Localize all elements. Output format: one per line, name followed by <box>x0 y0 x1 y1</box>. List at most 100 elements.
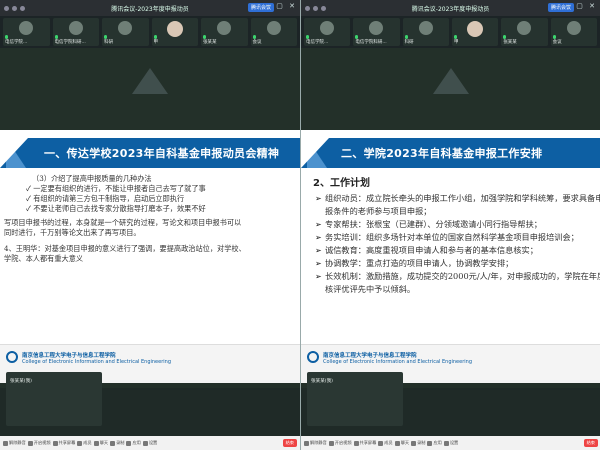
arrow-bullet-icon: ➢ <box>315 271 322 281</box>
self-video-tile[interactable]: 张某某(我) <box>307 372 403 426</box>
shared-screen-stage: 一、传达学校2023年自科基金申报动员会精神 （3）介绍了提高申报质量的几种办法… <box>0 48 300 388</box>
record-icon <box>411 440 417 446</box>
participant-tile[interactable]: 电信学院科研... <box>353 18 400 46</box>
participant-tile[interactable]: 会议 <box>550 18 597 46</box>
meeting-toolbar: 解除静音 开启视频 共享屏幕 成员 聊天 录制 应用 设置 结束 <box>301 436 600 450</box>
self-video-tile[interactable]: 张某某(我) <box>6 372 102 426</box>
window-controls[interactable]: ─ ▢ ✕ <box>266 2 297 10</box>
mute-button[interactable]: 解除静音 <box>304 440 327 446</box>
section-heading: 2、工作计划 <box>313 178 370 189</box>
share-icon <box>52 440 58 446</box>
chat-icon <box>394 440 400 446</box>
slide-line: 写项目申报书的过程，本身就是一个研究的过程，写论文和项目申报书可以 <box>4 218 242 227</box>
participant-name: 电信学院... <box>306 40 329 45</box>
avatar <box>19 21 34 35</box>
footer-school-en: College of Electronic Information and El… <box>22 359 171 365</box>
gear-icon <box>443 440 449 446</box>
mic-icon <box>304 440 309 446</box>
participant-name: 张某某 <box>203 40 217 45</box>
avatar <box>517 21 532 35</box>
shared-slide: 一、传达学校2023年自科基金申报动员会精神 （3）介绍了提高申报质量的几种办法… <box>0 130 300 383</box>
plan-item: ➢ 务实培训：组织多场针对本单位的国家自然科学基金项目申报培训会； <box>315 232 579 242</box>
camera-icon <box>27 440 33 446</box>
self-name: 张某某(我) <box>10 379 32 384</box>
slide-decoration <box>432 68 469 94</box>
arrow-bullet-icon: ➢ <box>315 245 322 255</box>
share-icon <box>353 440 359 446</box>
arrow-bullet-icon: ➢ <box>315 258 322 268</box>
avatar <box>166 21 183 37</box>
camera-icon <box>328 440 334 446</box>
participant-name: 甲 <box>453 40 459 45</box>
apps-button[interactable]: 应用 <box>427 440 442 446</box>
chat-button[interactable]: 聊天 <box>93 440 108 446</box>
share-button[interactable]: 共享屏幕 <box>353 440 376 446</box>
participant-name: 科研 <box>404 40 414 45</box>
title-bar: 腾讯会议-2023年度申报动员 腾讯会议 ─ ▢ ✕ <box>0 0 300 16</box>
participant-name: 会议 <box>252 40 262 45</box>
participant-tile[interactable]: 科研 <box>402 18 449 46</box>
plan-item: ➢ 协调教学：重点打造的项目申请人，协调教学安排； <box>315 258 514 268</box>
record-button[interactable]: 录制 <box>411 440 425 446</box>
record-button[interactable]: 录制 <box>110 440 124 446</box>
apps-icon <box>427 440 433 446</box>
participant-tile[interactable]: 张某某 <box>501 18 548 46</box>
settings-button[interactable]: 设置 <box>443 440 458 446</box>
participant-tile[interactable]: 会议 <box>250 18 297 46</box>
shared-slide: 二、学院2023年自科基金申报工作安排 2、工作计划 ➢ 组织动员：成立院长牵头的… <box>301 130 600 383</box>
avatar <box>320 21 335 35</box>
share-button[interactable]: 共享屏幕 <box>52 440 75 446</box>
settings-button[interactable]: 设置 <box>142 440 157 446</box>
arrow-bullet-icon: ➢ <box>315 232 322 242</box>
participant-tile[interactable]: 电信学院... <box>3 18 50 46</box>
plan-item: ➢ 诚信教育：高度重视项目申请人和参与者的基本信息核实； <box>315 245 538 255</box>
slide-line: 4、王明华：对基金项目申报的意义进行了强调，要提高政治站位，对学校、 <box>4 244 246 253</box>
avatar <box>369 21 384 35</box>
mute-button[interactable]: 解除静音 <box>3 440 26 446</box>
avatar <box>467 21 484 37</box>
participant-tile[interactable]: 张某某 <box>201 18 248 46</box>
slide-line: ✓ 一定要有组织的进行，不能让申报者自己去写了就了事 <box>26 184 206 193</box>
avatar <box>566 21 581 35</box>
avatar <box>118 21 133 35</box>
slide-title: 二、学院2023年自科基金申报工作安排 <box>341 147 543 160</box>
participant-strip: 电信学院... 电信学院科研... 科研 甲 张某某 会议 <box>301 16 600 48</box>
video-button[interactable]: 开启视频 <box>328 440 352 446</box>
avatar <box>418 21 433 35</box>
record-icon <box>110 440 116 446</box>
university-logo-icon <box>6 351 18 363</box>
apps-button[interactable]: 应用 <box>126 440 141 446</box>
members-button[interactable]: 成员 <box>378 440 393 446</box>
arrow-bullet-icon: ➢ <box>315 219 322 229</box>
chat-button[interactable]: 聊天 <box>394 440 409 446</box>
footer-school-cn: 南京信息工程大学电子与信息工程学院 <box>22 353 116 359</box>
plan-item-cont: 报条件的老师参与项目申报； <box>325 206 432 216</box>
participant-name: 科研 <box>104 40 113 45</box>
participant-tile[interactable]: 甲 <box>151 18 198 46</box>
plan-item: ➢ 长效机制：激励措施，成功提交的2000元/人/年，对申报成功的，学院在年度考 <box>315 271 600 281</box>
university-logo-icon <box>307 351 319 363</box>
avatar <box>266 21 281 35</box>
slide-body: 2、工作计划 ➢ 组织动员：成立院长牵头的申报工作小组，加强学院和学科统筹，要求具… <box>301 174 600 296</box>
end-meeting-button[interactable]: 结束 <box>282 439 297 447</box>
participant-tile[interactable]: 科研 <box>102 18 149 46</box>
plan-item: ➢ 专家帮扶：张根宝（已建群）、分领域邀请小同行指导帮扶； <box>315 219 542 229</box>
participant-tile[interactable]: 电信学院... <box>304 18 351 46</box>
slide-body: （3）介绍了提高申报质量的几种办法 ✓ 一定要有组织的进行，不能让申报者自己去写… <box>0 174 300 264</box>
slide-line: ✓ 不要让老师自己去找专家分散指导打磨本子，效果不好 <box>26 204 206 213</box>
arrow-bullet-icon: ➢ <box>315 193 322 203</box>
participant-name: 甲 <box>153 40 159 45</box>
video-button[interactable]: 开启视频 <box>27 440 51 446</box>
meeting-window-right: 腾讯会议-2023年度申报动员 腾讯会议 ─ ▢ ✕ 电信学院... 电信学院科… <box>300 0 600 450</box>
slide-decoration <box>132 68 168 94</box>
slide-line: 同时进行，千万别等论文出来了再写项目。 <box>4 228 141 237</box>
participant-tile[interactable]: 电信学院科研... <box>52 18 99 46</box>
participant-tile[interactable]: 甲 <box>451 18 499 46</box>
members-icon <box>77 440 83 446</box>
footer-school-en: College of Electronic Information and El… <box>323 359 472 365</box>
members-button[interactable]: 成员 <box>77 440 92 446</box>
end-meeting-button[interactable]: 结束 <box>583 439 598 447</box>
slide-title: 一、传达学校2023年自科基金申报动员会精神 <box>44 147 280 160</box>
window-controls[interactable]: ─ ▢ ✕ <box>566 2 597 10</box>
mic-icon <box>3 440 8 446</box>
